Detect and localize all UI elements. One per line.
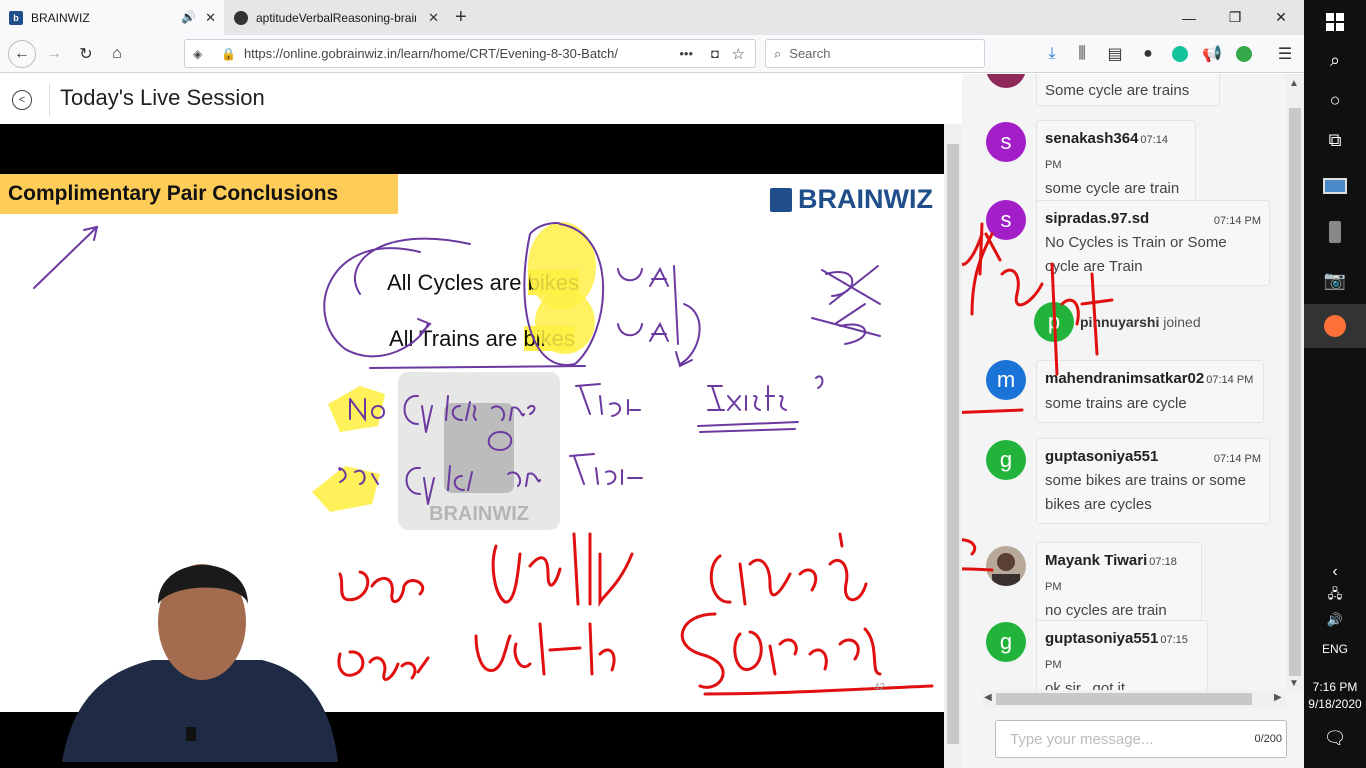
account-icon[interactable]: ●	[1136, 42, 1160, 66]
minimize-icon[interactable]: —	[1166, 0, 1212, 35]
chat-panel: Some cycle are trains s senakash364 07:14…	[962, 74, 1304, 768]
home-icon[interactable]: ⌂	[105, 42, 129, 66]
page-title: Today's Live Session	[60, 85, 265, 110]
chat-input-placeholder: Type your message...	[1010, 730, 1154, 748]
restore-icon[interactable]: ❐	[1212, 0, 1258, 35]
chat-message-input[interactable]: Type your message... 0/200	[995, 720, 1287, 758]
forward-icon[interactable]: →	[42, 42, 66, 66]
close-tab-icon[interactable]: ✕	[428, 10, 439, 26]
library-icon[interactable]: ⫼	[1070, 42, 1094, 66]
usb-device-icon[interactable]	[1304, 210, 1366, 254]
video-scrollbar[interactable]	[944, 124, 962, 768]
clock-time: 7:16 PM	[1312, 680, 1358, 694]
scroll-right-icon[interactable]: ▶	[1274, 692, 1282, 703]
video-scroll-thumb[interactable]	[947, 144, 959, 744]
chat-handwriting-overlay	[962, 222, 1114, 572]
megaphone-icon[interactable]: 📢	[1200, 42, 1224, 66]
presentation-slide: Complimentary Pair Conclusions BRAINWIZ …	[0, 174, 944, 762]
pocket-icon[interactable]: ◘	[711, 46, 719, 61]
reload-icon[interactable]: ↻	[74, 42, 98, 66]
extension-icon[interactable]	[1232, 42, 1256, 66]
windows-logo-icon	[1326, 13, 1344, 31]
url-text: https://online.gobrainwiz.in/learn/home/…	[243, 46, 619, 61]
language-indicator[interactable]: ENG	[1304, 642, 1366, 656]
video-player[interactable]: Complimentary Pair Conclusions BRAINWIZ …	[0, 124, 944, 768]
grammarly-icon[interactable]	[1168, 42, 1192, 66]
firefox-icon[interactable]	[1304, 304, 1366, 348]
shield-icon[interactable]: ◈	[193, 47, 202, 61]
volume-icon[interactable]: 🔊	[1304, 598, 1366, 642]
scroll-down-icon[interactable]: ▼	[1289, 678, 1299, 689]
char-count: 0/200	[1254, 733, 1282, 745]
scroll-left-icon[interactable]: ◀	[984, 692, 992, 703]
page-actions-icon[interactable]: •••	[679, 46, 693, 61]
cortana-icon[interactable]: ○	[1304, 78, 1366, 122]
chat-scroll-thumb[interactable]	[1289, 108, 1301, 676]
new-tab-icon[interactable]: +	[455, 6, 467, 29]
back-icon[interactable]: ←	[8, 40, 36, 68]
clock[interactable]: 7:16 PM 9/18/2020	[1304, 679, 1366, 713]
scroll-up-icon[interactable]: ▲	[1289, 78, 1299, 89]
close-tab-icon[interactable]: ✕	[205, 10, 216, 26]
tab-title: aptitudeVerbalReasoning-brain	[256, 10, 416, 25]
tab-github[interactable]: aptitudeVerbalReasoning-brain ✕	[225, 0, 447, 35]
bookmark-star-icon[interactable]: ☆	[732, 45, 745, 63]
divider	[49, 84, 50, 116]
slide-page-number: 42	[874, 682, 886, 693]
url-bar[interactable]: ◈ 🔒 https://online.gobrainwiz.in/learn/h…	[184, 39, 756, 68]
sidebar-icon[interactable]: ▤	[1103, 42, 1127, 66]
tab-brainwiz[interactable]: b BRAINWIZ 🔊 ✕	[0, 0, 224, 35]
github-favicon-icon	[234, 10, 248, 25]
lock-icon[interactable]: 🔒	[221, 47, 236, 61]
presenter-video	[62, 564, 338, 762]
download-icon[interactable]: ⤓	[1040, 42, 1064, 66]
chat-horizontal-scroll-thumb[interactable]	[996, 693, 1252, 705]
search-input[interactable]: ⌕ Search	[765, 39, 985, 68]
back-button[interactable]: <	[12, 90, 32, 110]
navigation-bar: ← → ↻ ⌂ ◈ 🔒 https://online.gobrainwiz.in…	[0, 35, 1304, 73]
brainwiz-favicon-icon: b	[9, 10, 23, 25]
task-view-icon[interactable]: ⧉	[1304, 118, 1366, 162]
photos-icon[interactable]	[1304, 164, 1366, 208]
tab-bar: b BRAINWIZ 🔊 ✕ aptitudeVerbalReasoning-b…	[0, 0, 1304, 35]
search-icon: ⌕	[774, 45, 782, 61]
close-window-icon[interactable]: ✕	[1258, 0, 1304, 35]
tab-title: BRAINWIZ	[31, 10, 90, 25]
clock-date: 9/18/2020	[1308, 697, 1362, 711]
search-icon[interactable]: ⌕	[1304, 38, 1366, 82]
camera-icon[interactable]: 📷	[1304, 258, 1366, 302]
notification-icon[interactable]: 🗨	[1304, 716, 1366, 760]
menu-icon[interactable]: ☰	[1273, 42, 1297, 66]
speaker-icon[interactable]: 🔊	[181, 10, 196, 24]
search-placeholder: Search	[789, 46, 831, 61]
